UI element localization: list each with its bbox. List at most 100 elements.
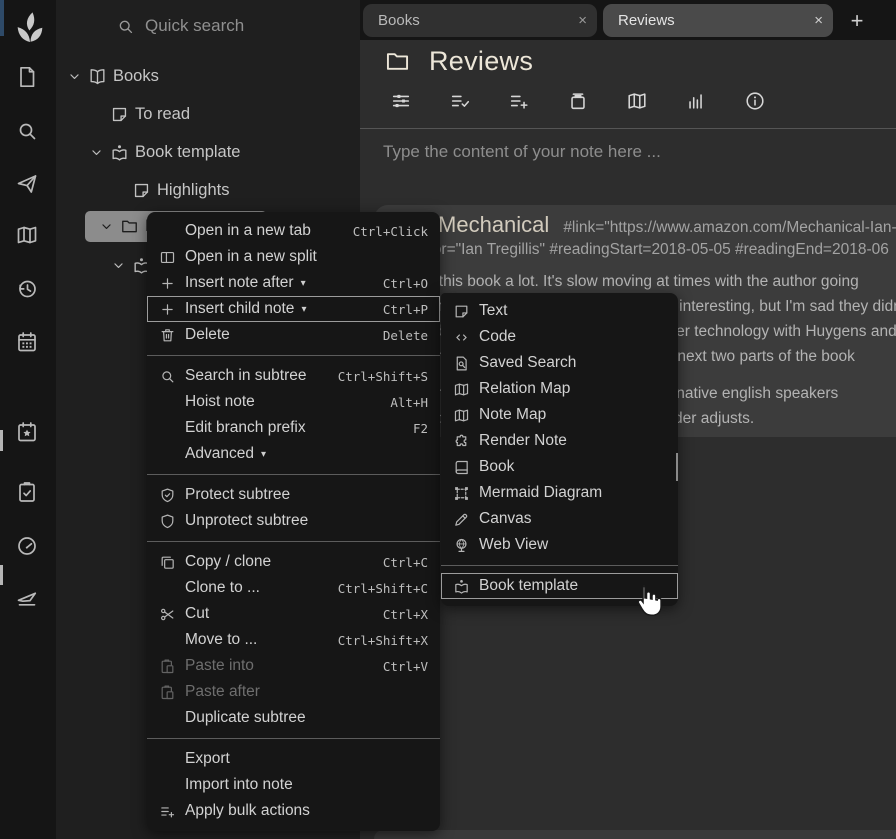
ribbon-basic-properties-button[interactable] <box>390 90 414 114</box>
launcher-dashboard-button[interactable] <box>15 534 41 560</box>
note-map-icon <box>15 223 41 247</box>
menu-item-note-map[interactable]: Note Map <box>441 402 678 428</box>
submenu-scrollbar[interactable] <box>676 453 678 481</box>
menu-item-export[interactable]: Export <box>147 746 440 772</box>
menu-item-label: Web View <box>479 536 548 554</box>
tree-item-to-read[interactable]: To read <box>56 98 389 130</box>
launcher-recent-changes-button[interactable] <box>15 277 41 303</box>
launcher-calendar-button[interactable] <box>15 330 41 356</box>
menu-item-label: Copy / clone <box>185 553 271 571</box>
tab-bar: Books × Reviews × + <box>360 0 896 40</box>
chevron-down-icon[interactable] <box>63 68 85 85</box>
special-date-icon <box>15 420 41 444</box>
menu-item-label: Book template <box>479 577 578 595</box>
menu-item-label: Text <box>479 302 507 320</box>
ribbon-collections-button[interactable] <box>567 90 591 114</box>
menu-item-text[interactable]: Text <box>441 298 678 324</box>
tab-books[interactable]: Books × <box>363 4 597 37</box>
menu-item-render-note[interactable]: Render Note <box>441 428 678 454</box>
launcher-travel-button[interactable] <box>15 585 41 611</box>
menu-item-move-to[interactable]: Move to ...Ctrl+Shift+X <box>147 627 440 653</box>
menu-item-book-template[interactable]: Book template <box>441 573 678 599</box>
editor-placeholder: Type the content of your note here ... <box>383 142 661 162</box>
search-icon <box>116 17 135 36</box>
menu-item-label: Export <box>185 750 230 768</box>
menu-item-delete[interactable]: DeleteDelete <box>147 322 440 348</box>
tab-label: Reviews <box>618 12 675 29</box>
ribbon-owned-attributes-button[interactable] <box>449 90 473 114</box>
trilium-logo-icon[interactable] <box>11 8 49 46</box>
trash-icon <box>156 327 179 344</box>
tree-context-menu: Open in a new tabCtrl+ClickOpen in a new… <box>147 212 440 831</box>
similar-notes-icon <box>685 90 709 112</box>
menu-item-hoist-note[interactable]: Hoist noteAlt+H <box>147 389 440 415</box>
note-icon <box>450 303 473 320</box>
tab-close-icon[interactable]: × <box>814 12 823 29</box>
launcher-note-map-button[interactable] <box>15 223 41 249</box>
menu-item-copy-clone[interactable]: Copy / cloneCtrl+C <box>147 549 440 575</box>
menu-item-open-in-a-new-tab[interactable]: Open in a new tabCtrl+Click <box>147 218 440 244</box>
menu-item-paste-into: Paste intoCtrl+V <box>147 653 440 679</box>
menu-item-advanced[interactable]: Advanced▾ <box>147 441 440 467</box>
menu-item-label: Edit branch prefix <box>185 419 306 437</box>
menu-item-open-in-a-new-split[interactable]: Open in a new split <box>147 244 440 270</box>
menu-item-cut[interactable]: CutCtrl+X <box>147 601 440 627</box>
menu-item-canvas[interactable]: Canvas <box>441 506 678 532</box>
tree-item-highlights[interactable]: Highlights <box>56 174 411 206</box>
menu-item-label: Canvas <box>479 510 532 528</box>
launcher-task-list-button[interactable] <box>15 480 41 506</box>
menu-item-shortcut: Delete <box>373 328 428 343</box>
menu-item-insert-note-after[interactable]: Insert note after▾Ctrl+O <box>147 270 440 296</box>
menu-item-paste-after: Paste after <box>147 679 440 705</box>
menu-item-shortcut: Ctrl+Shift+S <box>328 369 428 384</box>
file-find-icon <box>453 355 470 372</box>
code-icon <box>453 329 470 346</box>
note-title[interactable]: Reviews <box>429 46 533 77</box>
menu-item-insert-child-note[interactable]: Insert child note▾Ctrl+P <box>147 296 440 322</box>
menu-item-clone-to[interactable]: Clone to ...Ctrl+Shift+C <box>147 575 440 601</box>
new-tab-button[interactable]: + <box>844 8 870 34</box>
tab-label: Books <box>378 12 420 29</box>
menu-item-apply-bulk-actions[interactable]: Apply bulk actions <box>147 798 440 824</box>
tab-reviews[interactable]: Reviews × <box>603 4 833 37</box>
book-icon <box>453 459 470 476</box>
tab-close-icon[interactable]: × <box>578 12 587 29</box>
jump-to-note-icon <box>15 172 41 196</box>
ribbon-note-map-button[interactable] <box>626 90 650 114</box>
menu-separator <box>147 541 440 542</box>
menu-item-relation-map[interactable]: Relation Map <box>441 376 678 402</box>
book-open-icon <box>88 67 107 86</box>
ribbon-inherited-attributes-button[interactable] <box>508 90 532 114</box>
menu-item-mermaid-diagram[interactable]: Mermaid Diagram <box>441 480 678 506</box>
menu-item-web-view[interactable]: Web View <box>441 532 678 558</box>
menu-item-import-into-note[interactable]: Import into note <box>147 772 440 798</box>
note-icon <box>132 181 151 200</box>
menu-item-duplicate-subtree[interactable]: Duplicate subtree <box>147 705 440 731</box>
menu-item-shortcut: Ctrl+V <box>373 659 428 674</box>
menu-item-book[interactable]: Book <box>441 454 678 480</box>
search-icon <box>156 368 179 385</box>
launcher-jump-to-note-button[interactable] <box>15 172 41 198</box>
launcher-special-date-button[interactable] <box>15 420 41 446</box>
folder-icon <box>120 217 139 236</box>
menu-item-label: Protect subtree <box>185 486 290 504</box>
menu-item-search-in-subtree[interactable]: Search in subtreeCtrl+Shift+S <box>147 363 440 389</box>
launcher-search-button[interactable] <box>15 119 41 145</box>
note-editor[interactable]: Type the content of your note here ... <box>360 129 896 204</box>
cut-icon <box>159 606 176 623</box>
menu-item-saved-search[interactable]: Saved Search <box>441 350 678 376</box>
tree-item-books[interactable]: Books <box>56 60 367 92</box>
plus-icon <box>156 275 179 292</box>
chevron-down-icon[interactable] <box>95 218 117 235</box>
ribbon-similar-notes-button[interactable] <box>685 90 709 114</box>
chevron-down-icon[interactable] <box>107 257 129 274</box>
launcher-new-note-button[interactable] <box>15 65 41 91</box>
menu-item-edit-branch-prefix[interactable]: Edit branch prefixF2 <box>147 415 440 441</box>
menu-item-unprotect-subtree[interactable]: Unprotect subtree <box>147 508 440 534</box>
menu-item-code[interactable]: Code <box>441 324 678 350</box>
search-icon <box>15 119 41 143</box>
tree-item-book-template[interactable]: Book template <box>56 136 389 168</box>
menu-item-protect-subtree[interactable]: Protect subtree <box>147 482 440 508</box>
ribbon-note-info-button[interactable] <box>744 90 768 114</box>
chevron-down-icon[interactable] <box>85 144 107 161</box>
